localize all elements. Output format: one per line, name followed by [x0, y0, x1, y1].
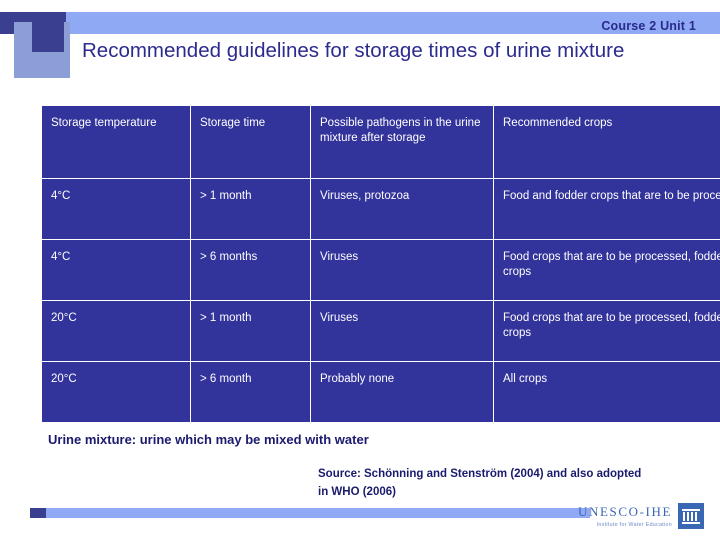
cell-crops: Food crops that are to be processed, fod… — [493, 300, 720, 362]
corner-square-dark — [32, 22, 64, 52]
table-row: 4°C > 6 months Viruses Food crops that a… — [41, 239, 720, 301]
logo-name: UNESCO-IHE — [578, 504, 672, 519]
cell-time: > 6 month — [190, 361, 311, 423]
unesco-ihe-logo: UNESCO-IHE Institute for Water Education — [556, 500, 704, 532]
logo-subtitle: Institute for Water Education — [596, 522, 672, 528]
column-header-time: Storage time — [190, 105, 311, 179]
course-unit-label: Course 2 Unit 1 — [601, 19, 696, 33]
cell-crops: Food crops that are to be processed, fod… — [493, 239, 720, 301]
cell-temperature: 4°C — [41, 178, 191, 240]
logo-text-block: UNESCO-IHE Institute for Water Education — [556, 504, 678, 528]
cell-crops: All crops — [493, 361, 720, 423]
cell-pathogens: Probably none — [310, 361, 494, 423]
table-row: 4°C > 1 month Viruses, protozoa Food and… — [41, 178, 720, 240]
footnote-definition: Urine mixture: urine which may be mixed … — [48, 432, 369, 447]
table-header-row: Storage temperature Storage time Possibl… — [41, 105, 720, 179]
column-header-crops: Recommended crops — [493, 105, 720, 179]
column-header-pathogens: Possible pathogens in the urine mixture … — [310, 105, 494, 179]
source-citation: Source: Schönning and Stenström (2004) a… — [318, 468, 642, 498]
bottom-decorative-band — [30, 508, 590, 518]
bottom-band-accent — [30, 508, 46, 518]
guidelines-table: Storage temperature Storage time Possibl… — [41, 105, 720, 423]
cell-time: > 6 months — [190, 239, 311, 301]
column-header-temperature: Storage temperature — [41, 105, 191, 179]
cell-crops: Food and fodder crops that are to be pro… — [493, 178, 720, 240]
cell-pathogens: Viruses, protozoa — [310, 178, 494, 240]
table-row: 20°C > 6 month Probably none All crops — [41, 361, 720, 423]
cell-pathogens: Viruses — [310, 239, 494, 301]
temple-icon — [678, 503, 704, 529]
cell-temperature: 20°C — [41, 361, 191, 423]
cell-temperature: 20°C — [41, 300, 191, 362]
cell-pathogens: Viruses — [310, 300, 494, 362]
cell-temperature: 4°C — [41, 239, 191, 301]
table-row: 20°C > 1 month Viruses Food crops that a… — [41, 300, 720, 362]
cell-time: > 1 month — [190, 178, 311, 240]
page-title: Recommended guidelines for storage times… — [82, 39, 625, 62]
cell-time: > 1 month — [190, 300, 311, 362]
guidelines-table-container: Storage temperature Storage time Possibl… — [41, 105, 720, 423]
